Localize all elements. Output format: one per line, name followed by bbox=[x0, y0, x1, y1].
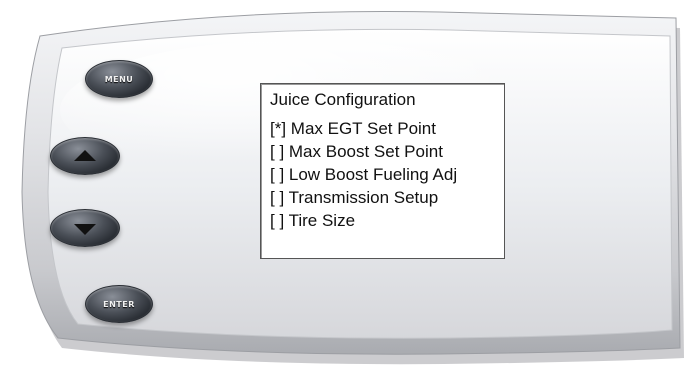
screen-title: Juice Configuration bbox=[270, 90, 416, 109]
menu-item-tire-size[interactable]: [ ] Tire Size bbox=[270, 209, 496, 232]
triangle-down-icon bbox=[74, 223, 96, 235]
lcd-screen: Juice Configuration [*] Max EGT Set Poin… bbox=[260, 83, 505, 259]
enter-button[interactable]: ENTER bbox=[85, 285, 153, 323]
menu-button-label: MENU bbox=[104, 74, 134, 84]
menu-button[interactable]: MENU bbox=[85, 60, 153, 98]
enter-button-label: ENTER bbox=[103, 299, 135, 309]
down-button[interactable] bbox=[50, 209, 120, 247]
device-stage: MENU ENTER Juice Configuration [*] Max E… bbox=[0, 0, 690, 372]
menu-item-max-boost[interactable]: [ ] Max Boost Set Point bbox=[270, 140, 496, 163]
menu-item-max-egt[interactable]: [*] Max EGT Set Point bbox=[270, 117, 496, 140]
up-button[interactable] bbox=[50, 137, 120, 175]
triangle-up-icon bbox=[74, 149, 96, 161]
menu-item-low-boost-fueling[interactable]: [ ] Low Boost Fueling Adj bbox=[270, 163, 496, 186]
menu-item-transmission-setup[interactable]: [ ] Transmission Setup bbox=[270, 186, 496, 209]
